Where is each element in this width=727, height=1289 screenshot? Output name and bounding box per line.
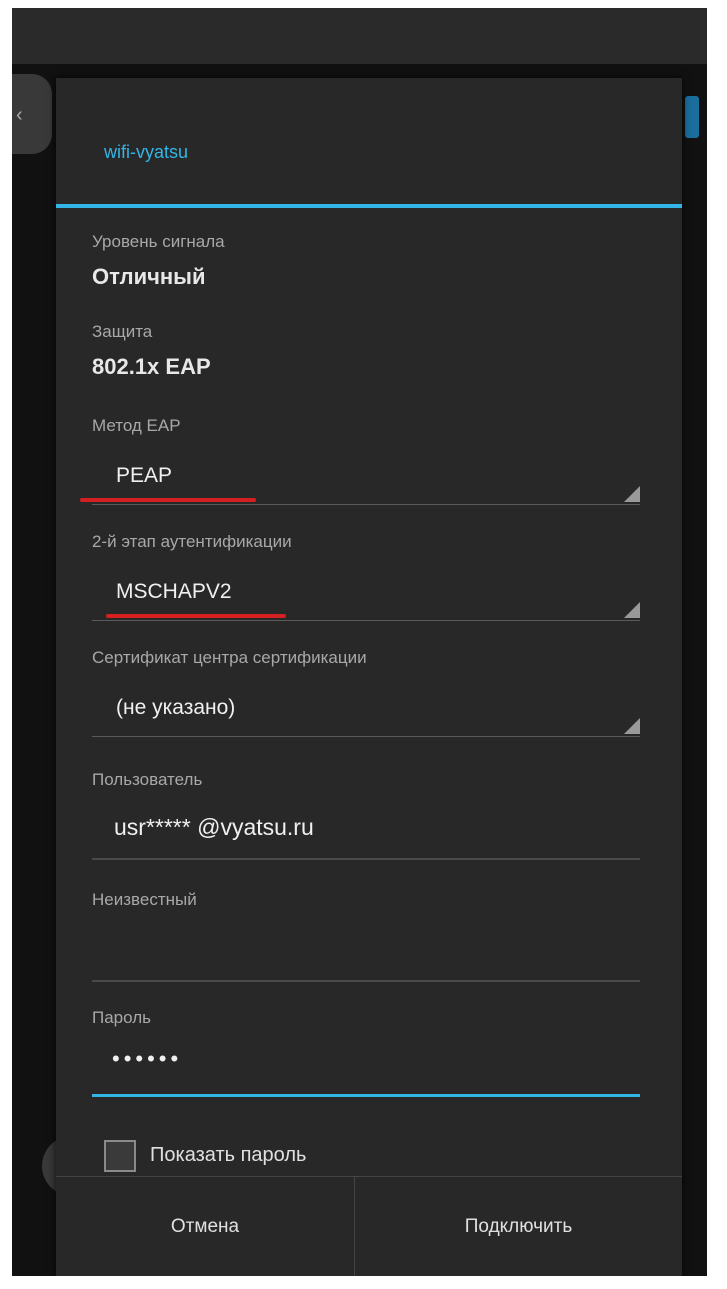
triangle-corner-icon (624, 486, 640, 502)
title-divider (56, 204, 682, 208)
security-label: Защита (92, 322, 153, 341)
status-bar (12, 8, 707, 64)
wifi-config-dialog: wifi-vyatsu Уровень сигнала Отличный Защ… (56, 78, 682, 1276)
show-password-checkbox[interactable] (104, 1140, 136, 1172)
background-accent-shape (685, 96, 699, 138)
password-value: •••••• (112, 1046, 183, 1071)
anonymous-identity-field[interactable] (92, 930, 640, 982)
triangle-corner-icon (624, 718, 640, 734)
dialog-title: wifi-vyatsu (104, 142, 189, 162)
signal-value: Отличный (92, 264, 206, 289)
ca-cert-spinner[interactable]: (не указано) (92, 688, 640, 737)
highlight-underline (106, 614, 286, 618)
signal-label: Уровень сигнала (92, 232, 225, 251)
security-value: 802.1x EAP (92, 354, 211, 379)
highlight-underline (80, 498, 256, 502)
identity-field[interactable]: usr***** @vyatsu.ru (92, 808, 640, 860)
cancel-button[interactable]: Отмена (56, 1177, 354, 1276)
triangle-corner-icon (624, 602, 640, 618)
identity-value: usr***** @vyatsu.ru (114, 814, 314, 840)
ca-cert-value: (не указано) (116, 696, 236, 719)
eap-method-value: PEAP (116, 464, 173, 487)
chevron-left-icon: ‹ (16, 104, 23, 126)
identity-label: Пользователь (92, 770, 203, 789)
connect-button[interactable]: Подключить (355, 1177, 682, 1276)
password-label: Пароль (92, 1008, 151, 1027)
phase2-label: 2-й этап аутентификации (92, 532, 292, 551)
phone-screen: ‹ wifi-vyatsu Уровень сигнала Отличный З… (12, 8, 707, 1276)
dialog-button-bar: Отмена Подключить (56, 1176, 682, 1276)
show-password-row[interactable]: Показать пароль (104, 1140, 664, 1180)
eap-method-label: Метод EAP (92, 416, 181, 435)
password-field[interactable]: •••••• (92, 1044, 640, 1097)
phase2-value: MSCHAPV2 (116, 580, 232, 603)
anonymous-identity-label: Неизвестный (92, 890, 197, 909)
ca-cert-label: Сертификат центра сертификации (92, 648, 367, 667)
show-password-label: Показать пароль (150, 1144, 307, 1166)
